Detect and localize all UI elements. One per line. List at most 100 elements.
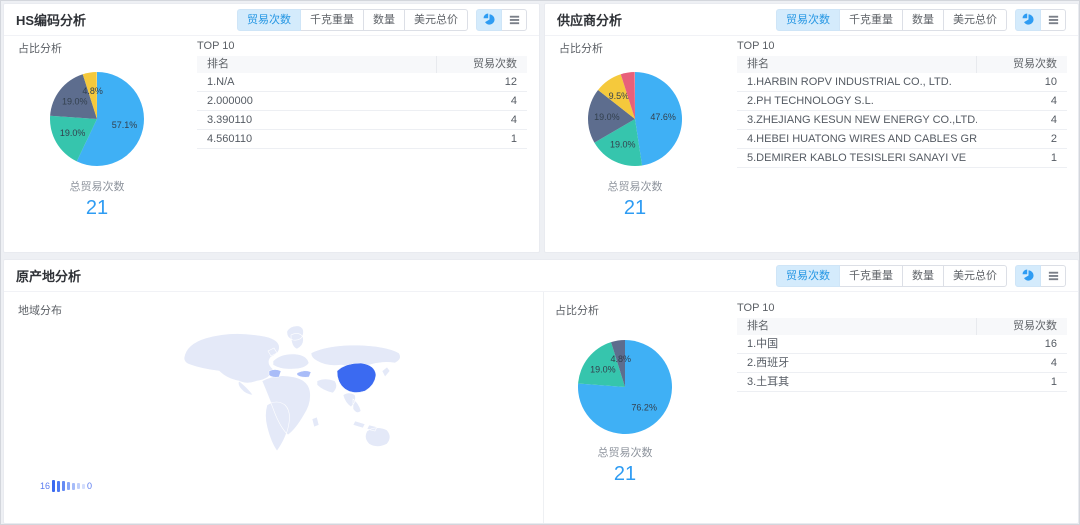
table-view-button[interactable] (1040, 265, 1066, 287)
total-block: 总贸易次数 21 (555, 444, 695, 486)
pie-slice-label: 19.0% (590, 364, 616, 374)
metric-usd-total-button[interactable]: 美元总价 (943, 265, 1007, 287)
metric-trade-count-button[interactable]: 贸易次数 (237, 9, 301, 31)
country-turkey[interactable] (297, 371, 311, 378)
metric-quantity-button[interactable]: 数量 (902, 9, 944, 31)
metric-button-group: 贸易次数 千克重量 数量 美元总价 (237, 9, 468, 31)
metric-button-group: 贸易次数 千克重量 数量 美元总价 (776, 9, 1007, 31)
total-label: 总贸易次数 (555, 444, 695, 460)
pie-slice-label: 4.8% (82, 86, 103, 96)
table-row: 4.HEBEI HUATONG WIRES AND CABLES GROUP C… (737, 130, 1067, 149)
legend-min-value: 0 (87, 481, 92, 491)
view-switch-group (476, 9, 527, 31)
top10-section-label: TOP 10 (737, 40, 775, 52)
hs-pie-chart[interactable]: 57.1%19.0%19.0%4.8% (42, 64, 152, 174)
table-icon (1047, 269, 1060, 282)
pie-view-button[interactable] (1015, 9, 1041, 31)
table-row: 1.N/A12 (197, 73, 527, 92)
total-block: 总贸易次数 21 (27, 178, 167, 220)
table-icon (508, 13, 521, 26)
metric-button-group: 贸易次数 千克重量 数量 美元总价 (776, 265, 1007, 287)
pie-slice-label: 57.1% (112, 120, 138, 130)
value-column-header: 贸易次数 (436, 56, 527, 73)
top10-table: 排名 贸易次数 1.N/A12 2.0000004 3.3901104 4.56… (197, 56, 527, 149)
legend-bar (62, 481, 65, 491)
pie-slice-label: 19.0% (594, 112, 620, 122)
rank-column-header: 排名 (197, 56, 436, 73)
pie-slice-label: 76.2% (631, 403, 657, 413)
metric-toolbar: 贸易次数 千克重量 数量 美元总价 (776, 9, 1066, 31)
pie-chart-icon (1022, 13, 1035, 26)
metric-weight-kg-button[interactable]: 千克重量 (300, 9, 364, 31)
pie-slice-label: 19.0% (610, 139, 636, 149)
metric-trade-count-button[interactable]: 贸易次数 (776, 9, 840, 31)
total-label: 总贸易次数 (565, 178, 705, 194)
panel-header: 供应商分析 贸易次数 千克重量 数量 美元总价 (545, 4, 1078, 36)
country-china[interactable] (337, 363, 376, 393)
metric-weight-kg-button[interactable]: 千克重量 (839, 9, 903, 31)
map-section-label: 地域分布 (18, 302, 62, 318)
pie-slice-label: 19.0% (62, 97, 88, 107)
metric-usd-total-button[interactable]: 美元总价 (943, 9, 1007, 31)
total-value: 21 (27, 197, 167, 220)
supplier-pie-chart[interactable]: 47.6% 19.0% 19.0% 9.5% (580, 64, 690, 174)
metric-quantity-button[interactable]: 数量 (902, 265, 944, 287)
pie-slice-label: 4.8% (611, 354, 632, 364)
metric-quantity-button[interactable]: 数量 (363, 9, 405, 31)
pie-slice-label: 9.5% (609, 91, 630, 101)
table-row: 2.PH TECHNOLOGY S.L.4 (737, 92, 1067, 111)
table-header-row: 排名 贸易次数 (737, 318, 1067, 335)
table-header-row: 排名 贸易次数 (737, 56, 1067, 73)
pie-slice-label: 47.6% (650, 112, 676, 122)
rank-column-header: 排名 (737, 318, 976, 335)
metric-trade-count-button[interactable]: 贸易次数 (776, 265, 840, 287)
table-row: 1.中国16 (737, 335, 1067, 354)
legend-max-value: 16 (40, 481, 50, 491)
view-switch-group (1015, 265, 1066, 287)
metric-toolbar: 贸易次数 千克重量 数量 美元总价 (776, 265, 1066, 287)
map-visual-range-legend[interactable]: 16 0 (40, 480, 92, 492)
view-switch-group (1015, 9, 1066, 31)
pie-section-label: 占比分析 (559, 40, 603, 56)
country-spain[interactable] (269, 370, 281, 378)
pie-chart-icon (1022, 269, 1035, 282)
legend-bar (72, 483, 75, 490)
panel-title: HS编码分析 (16, 10, 86, 29)
total-value: 21 (555, 463, 695, 486)
table-row: 2.0000004 (197, 92, 527, 111)
total-value: 21 (565, 197, 705, 220)
pie-section-label: 占比分析 (555, 302, 599, 318)
panel-title: 原产地分析 (16, 266, 81, 285)
top10-section-label: TOP 10 (737, 302, 775, 314)
table-row: 2.西班牙4 (737, 354, 1067, 373)
metric-toolbar: 贸易次数 千克重量 数量 美元总价 (237, 9, 527, 31)
table-row: 3.土耳其1 (737, 373, 1067, 392)
panel-header: 原产地分析 贸易次数 千克重量 数量 美元总价 (4, 260, 1078, 292)
metric-usd-total-button[interactable]: 美元总价 (404, 9, 468, 31)
panel-title: 供应商分析 (557, 10, 622, 29)
table-icon (1047, 13, 1060, 26)
table-row: 3.ZHEJIANG KESUN NEW ENERGY CO.,LTD.4 (737, 111, 1067, 130)
pie-section-label: 占比分析 (18, 40, 62, 56)
total-block: 总贸易次数 21 (565, 178, 705, 220)
dashboard: HS编码分析 贸易次数 千克重量 数量 美元总价 (0, 0, 1080, 525)
metric-weight-kg-button[interactable]: 千克重量 (839, 265, 903, 287)
table-view-button[interactable] (501, 9, 527, 31)
legend-bar (77, 483, 80, 489)
panel-hs-code-analysis: HS编码分析 贸易次数 千克重量 数量 美元总价 (3, 3, 540, 253)
rank-column-header: 排名 (737, 56, 976, 73)
table-row: 3.3901104 (197, 111, 527, 130)
value-column-header: 贸易次数 (976, 318, 1067, 335)
table-header-row: 排名 贸易次数 (197, 56, 527, 73)
table-view-button[interactable] (1040, 9, 1066, 31)
origin-pie-chart[interactable]: 76.2% 19.0%4.8% (570, 332, 680, 442)
table-row: 1.HARBIN ROPV INDUSTRIAL CO., LTD.10 (737, 73, 1067, 92)
pie-view-button[interactable] (1015, 265, 1041, 287)
pie-view-button[interactable] (476, 9, 502, 31)
world-map[interactable] (178, 324, 408, 459)
table-row: 4.5601101 (197, 130, 527, 149)
top10-section-label: TOP 10 (197, 40, 235, 52)
pie-slice-label: 19.0% (60, 128, 86, 138)
legend-bar (67, 482, 70, 490)
panel-supplier-analysis: 供应商分析 贸易次数 千克重量 数量 美元总价 (544, 3, 1079, 253)
